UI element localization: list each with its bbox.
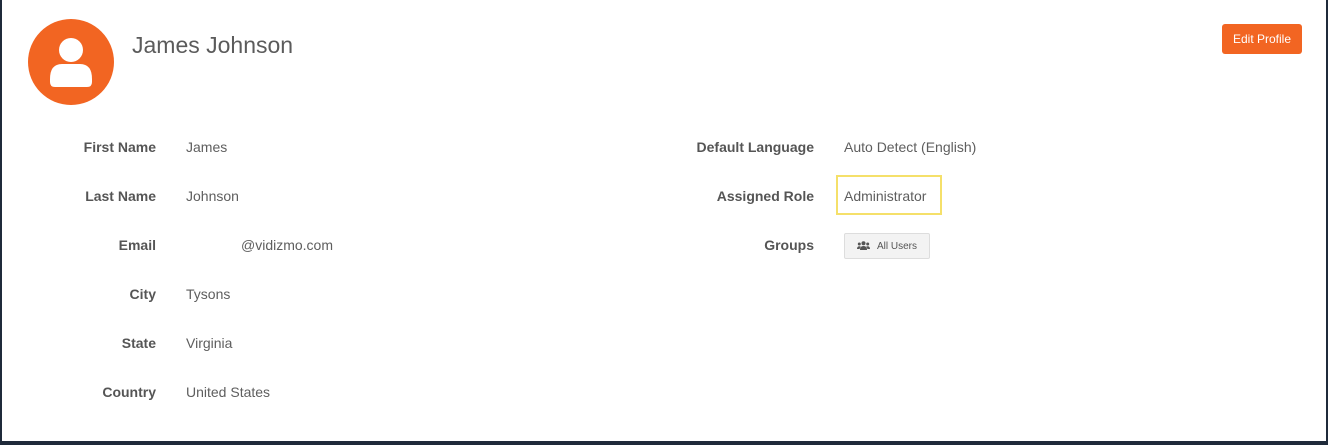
- assigned-role-label: Assigned Role: [716, 188, 814, 204]
- country-label: Country: [102, 384, 156, 400]
- groups-label: Groups: [764, 237, 814, 253]
- state-value: Virginia: [186, 335, 233, 351]
- profile-name: James Johnson: [132, 32, 294, 58]
- default-language-value: Auto Detect (English): [844, 139, 977, 155]
- city-label: City: [129, 286, 156, 302]
- assigned-role-highlight: [836, 175, 942, 215]
- group-chip-all-users[interactable]: All Users: [844, 233, 930, 259]
- default-language-label: Default Language: [696, 139, 814, 155]
- city-value: Tysons: [186, 286, 231, 302]
- users-group-icon: [857, 237, 870, 255]
- edit-profile-button[interactable]: Edit Profile: [1222, 24, 1302, 54]
- window-bottom-edge: [0, 441, 1328, 445]
- country-value: United States: [186, 384, 271, 400]
- group-chip-label: All Users: [877, 240, 918, 252]
- profile-panel: James Johnson Edit Profile First Name Ja…: [2, 0, 1326, 441]
- state-label: State: [121, 335, 156, 351]
- user-avatar-icon: [28, 19, 114, 105]
